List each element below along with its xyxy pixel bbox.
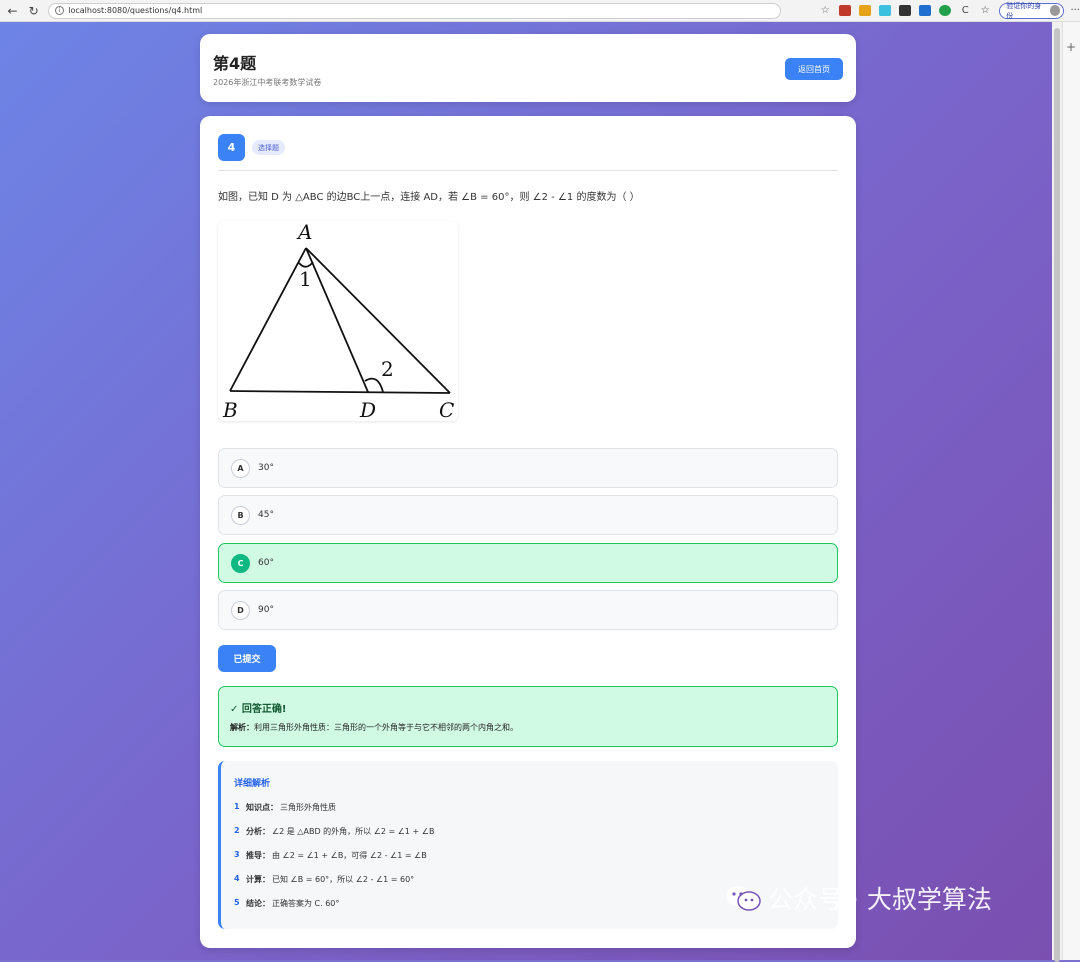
detail-step: 5 结论： 正确答案为 C. 60°	[234, 898, 339, 909]
extension-blue-icon[interactable]	[919, 5, 932, 16]
question-text: 如图，已知 D 为 △ABC 的边BC上一点，连接 AD，若 ∠B = 60°，…	[218, 192, 640, 203]
explanation-label: 解析：	[230, 723, 254, 732]
profile-button[interactable]: 验证你的身份	[999, 2, 1065, 20]
step-text: 已知 ∠B = 60°，所以 ∠2 - ∠1 = 60°	[272, 875, 415, 884]
step-text: 由 ∠2 = ∠1 + ∠B，可得 ∠2 - ∠1 = ∠B	[272, 851, 427, 860]
extension-c-icon[interactable]: C	[959, 5, 971, 16]
detail-step: 4 计算： 已知 ∠B = 60°，所以 ∠2 - ∠1 = 60°	[234, 874, 414, 885]
extension-yellow-icon[interactable]	[859, 5, 872, 16]
angle-1-label: 1	[299, 267, 312, 291]
question-number-badge: 4	[218, 134, 245, 161]
home-button[interactable]: 返回首页	[785, 58, 843, 80]
option-text: 60°	[258, 558, 274, 568]
favorites-icon[interactable]: ☆	[979, 5, 991, 16]
vertex-label-c: C	[439, 398, 454, 421]
page-subtitle: 2026年浙江中考联考数学试卷	[213, 78, 322, 87]
option-letter: A	[231, 458, 250, 478]
extension-cyan-icon[interactable]	[879, 5, 892, 16]
step-number: 5	[234, 898, 240, 907]
star-icon[interactable]: ☆	[819, 5, 831, 16]
url-text: localhost:8080/questions/q4.html	[68, 6, 203, 15]
step-label: 知识点：	[246, 803, 278, 812]
option-d[interactable]: D 90°	[218, 590, 838, 630]
browser-side-panel: +	[1062, 22, 1080, 960]
option-letter: D	[231, 600, 250, 620]
back-arrow-icon[interactable]: ←	[4, 2, 21, 20]
triangle-diagram: A B D C 1 2	[222, 220, 454, 422]
result-explanation: 解析：利用三角形外角性质：三角形的一个外角等于与它不相邻的两个内角之和。	[230, 722, 518, 733]
step-number: 3	[234, 850, 240, 859]
submitted-button[interactable]: 已提交	[218, 645, 276, 672]
page-title: 第4题	[213, 54, 257, 73]
step-label: 计算：	[246, 875, 270, 884]
watermark: 公众号 · 大叔学算法	[724, 880, 992, 916]
scrollbar-thumb[interactable]	[1054, 28, 1060, 962]
add-icon[interactable]: +	[1066, 40, 1076, 54]
option-text: 90°	[258, 605, 274, 615]
side-ab	[229, 247, 307, 392]
step-number: 1	[234, 802, 240, 811]
step-text: 正确答案为 C. 60°	[272, 899, 340, 908]
explanation-text: 利用三角形外角性质：三角形的一个外角等于与它不相邻的两个内角之和。	[254, 723, 518, 732]
step-label: 分析：	[246, 827, 270, 836]
option-text: 30°	[258, 463, 274, 473]
question-card: 4 选择题 如图，已知 D 为 △ABC 的边BC上一点，连接 AD，若 ∠B …	[200, 116, 856, 948]
result-box: ✓ 回答正确! 解析：利用三角形外角性质：三角形的一个外角等于与它不相邻的两个内…	[218, 686, 838, 747]
step-label: 结论：	[246, 899, 270, 908]
option-a[interactable]: A 30°	[218, 448, 838, 488]
address-bar[interactable]: i localhost:8080/questions/q4.html	[48, 2, 782, 19]
side-bc	[229, 390, 451, 394]
page-viewport: 第4题 2026年浙江中考联考数学试卷 返回首页 4 选择题 如图，已知 D 为…	[0, 22, 1052, 960]
reload-icon[interactable]: ↻	[25, 2, 42, 20]
extension-red-icon[interactable]	[839, 5, 852, 16]
side-ac	[305, 247, 451, 394]
step-text: 三角形外角性质	[280, 803, 336, 812]
detail-step: 2 分析： ∠2 是 △ABD 的外角，所以 ∠2 = ∠1 + ∠B	[234, 826, 434, 837]
triangle-figure: A B D C 1 2	[218, 220, 458, 422]
vertex-label-a: A	[296, 221, 312, 244]
watermark-text: 公众号 · 大叔学算法	[768, 885, 992, 914]
vertex-label-b: B	[222, 398, 238, 421]
detail-step: 3 推导： 由 ∠2 = ∠1 + ∠B，可得 ∠2 - ∠1 = ∠B	[234, 850, 427, 861]
extension-dark-icon[interactable]	[899, 5, 912, 16]
option-text: 45°	[258, 510, 274, 520]
result-title: ✓ 回答正确!	[230, 704, 287, 715]
detail-title: 详细解析	[234, 779, 271, 789]
extension-green-check-icon[interactable]	[939, 5, 952, 16]
option-letter: B	[231, 505, 250, 525]
step-label: 推导：	[246, 851, 270, 860]
page-scrollbar[interactable]	[1052, 22, 1062, 962]
wechat-icon	[726, 886, 761, 911]
browser-toolbar: ← ↻ i localhost:8080/questions/q4.html ☆…	[0, 0, 1080, 22]
angle-2-label: 2	[381, 357, 394, 381]
step-text: ∠2 是 △ABD 的外角，所以 ∠2 = ∠1 + ∠B	[272, 827, 435, 836]
segment-ad	[305, 247, 369, 393]
option-c-correct[interactable]: C 60°	[218, 543, 838, 583]
option-letter: C	[231, 553, 250, 573]
divider	[218, 170, 838, 171]
option-b[interactable]: B 45°	[218, 495, 838, 535]
header-card: 第4题 2026年浙江中考联考数学试卷 返回首页	[200, 34, 856, 102]
avatar	[1050, 5, 1061, 16]
question-type-badge: 选择题	[252, 140, 285, 155]
step-number: 4	[234, 874, 240, 883]
step-number: 2	[234, 826, 240, 835]
detail-step: 1 知识点： 三角形外角性质	[234, 802, 336, 813]
extension-icons: ☆ C ☆	[819, 5, 991, 16]
more-menu-icon[interactable]: ···	[1070, 5, 1080, 16]
vertex-label-d: D	[359, 398, 376, 421]
site-info-icon[interactable]: i	[55, 6, 65, 15]
